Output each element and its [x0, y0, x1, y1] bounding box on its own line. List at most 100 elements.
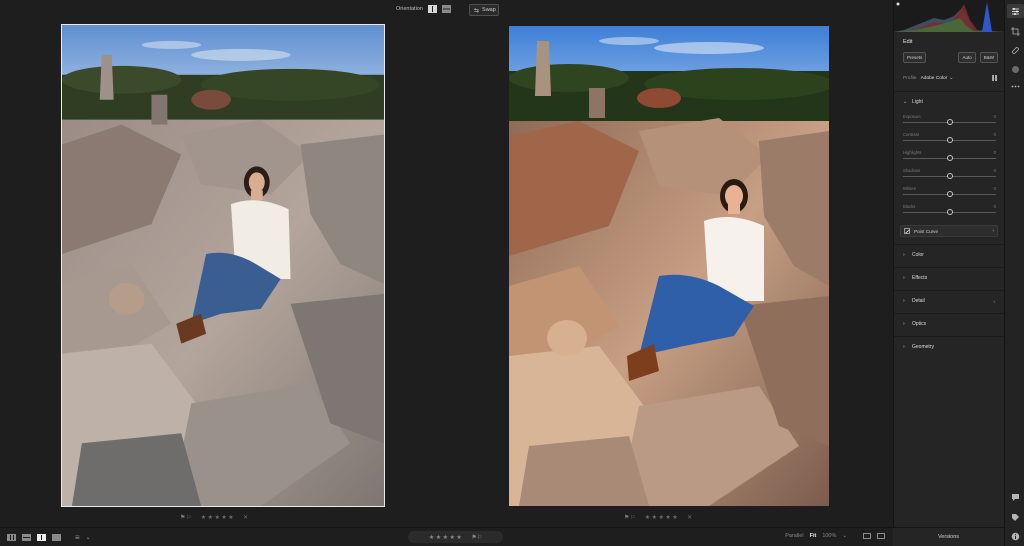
swap-label: Swap: [482, 7, 496, 13]
before-photo[interactable]: [61, 24, 385, 507]
chevron-right-icon: ›: [992, 228, 994, 234]
presets-button[interactable]: Presets: [903, 52, 927, 63]
orientation-label: Orientation: [396, 6, 423, 12]
rating-pill: ★★★★★ ⚑⚐: [408, 531, 503, 543]
slider-highlights[interactable]: Highlights 0: [903, 150, 996, 162]
square-grid-view-icon[interactable]: [22, 534, 31, 541]
swap-button[interactable]: ⇆ Swap: [469, 4, 499, 16]
top-bottom-icon[interactable]: [441, 5, 451, 13]
profile-chevron-icon[interactable]: ⌄: [949, 75, 953, 81]
section-header[interactable]: › Effects: [894, 268, 1005, 288]
bw-button[interactable]: B&W: [979, 52, 998, 63]
slider-value[interactable]: 0: [994, 168, 996, 173]
slider-value[interactable]: 0: [994, 204, 996, 209]
side-by-side-icon[interactable]: [427, 5, 437, 13]
curve-icon: [904, 228, 910, 234]
slider-thumb[interactable]: [946, 209, 953, 215]
sort-icon[interactable]: ≡: [75, 533, 80, 542]
slider-thumb[interactable]: [946, 119, 953, 125]
slider-value[interactable]: 0: [994, 132, 996, 137]
profile-select[interactable]: Adobe Color: [921, 76, 948, 81]
slider-value[interactable]: 0: [994, 114, 996, 119]
slider-value[interactable]: 0: [994, 186, 996, 191]
histogram-graph: [894, 2, 1005, 32]
sort-chevron-icon[interactable]: ⌄: [86, 534, 91, 541]
section-header[interactable]: › Color: [894, 245, 1005, 265]
tool-strip: [1004, 0, 1024, 546]
section-indicator-icon: ◐: [993, 298, 996, 304]
slider-contrast[interactable]: Contrast 0: [903, 132, 996, 144]
point-curve-label: Point Curve: [914, 228, 939, 234]
top-toolbar: Orientation ⇆ Swap: [0, 0, 893, 22]
fit-button[interactable]: Fit: [810, 533, 817, 539]
tag-icon[interactable]: [1011, 513, 1020, 522]
rating-stars[interactable]: ★★★★★: [429, 534, 463, 541]
before-photo-image: [62, 25, 384, 506]
profile-browser-icon[interactable]: [992, 75, 998, 81]
section-geometry[interactable]: › Geometry: [894, 336, 1005, 357]
photo-grid-view-icon[interactable]: [7, 534, 16, 541]
section-label: Geometry: [912, 344, 934, 350]
section-effects[interactable]: › Effects: [894, 267, 1005, 288]
section-optics[interactable]: › Optics: [894, 313, 1005, 334]
section-label: Optics: [912, 321, 927, 327]
versions-label: Versions: [937, 534, 960, 540]
slider-label: Whites: [903, 186, 916, 191]
caret-right-icon: ›: [903, 344, 905, 350]
section-light-header[interactable]: ⌄ Light: [894, 92, 1005, 112]
comment-icon[interactable]: [1011, 493, 1020, 502]
section-label: Color: [912, 252, 924, 258]
compare-view-icon[interactable]: [37, 534, 46, 541]
slider-blacks[interactable]: Blacks 0: [903, 204, 996, 216]
profile-label: Profile: [903, 75, 917, 81]
section-label: Detail: [912, 298, 925, 304]
slider-whites[interactable]: Whites 0: [903, 186, 996, 198]
crop-icon[interactable]: [1011, 27, 1020, 36]
slider-thumb[interactable]: [946, 137, 953, 143]
section-detail[interactable]: › Detail ◐: [894, 290, 1005, 311]
before-flags[interactable]: ⚑⚐: [180, 514, 193, 521]
section-header[interactable]: › Optics: [894, 314, 1005, 334]
slider-label: Blacks: [903, 204, 916, 209]
parallel-label[interactable]: Parallel: [785, 533, 803, 539]
slider-thumb[interactable]: [946, 173, 953, 179]
panel-toggle-icon[interactable]: [877, 533, 885, 539]
info-icon[interactable]: [1011, 532, 1020, 541]
zoom-level[interactable]: 100%: [822, 533, 836, 539]
section-light[interactable]: ⌄ Light: [894, 91, 1005, 112]
after-photo[interactable]: [509, 26, 829, 506]
slider-value[interactable]: 0: [994, 150, 996, 155]
caret-down-icon: ⌄: [903, 99, 908, 105]
healing-icon[interactable]: [1011, 46, 1020, 55]
section-color[interactable]: › Color: [894, 244, 1005, 265]
slider-exposure[interactable]: Exposure 0: [903, 114, 996, 126]
swap-icon: ⇆: [474, 7, 480, 14]
slider-thumb[interactable]: [946, 191, 953, 197]
after-reject-icon[interactable]: ✕: [687, 514, 692, 521]
before-photo-meta: ⚑⚐ ★★★★★ ✕: [180, 514, 248, 521]
after-flags[interactable]: ⚑⚐: [624, 514, 637, 521]
more-icon[interactable]: [1011, 82, 1020, 91]
zoom-chevron-icon[interactable]: ⌄: [842, 533, 847, 539]
orientation-control: Orientation: [396, 5, 451, 13]
point-curve-button[interactable]: Point Curve ›: [900, 225, 998, 237]
section-light-label: Light: [912, 99, 923, 105]
auto-button[interactable]: Auto: [958, 52, 976, 63]
section-header[interactable]: › Detail ◐: [894, 291, 1005, 311]
detail-view-icon[interactable]: [52, 534, 61, 541]
slider-shadows[interactable]: Shadows 0: [903, 168, 996, 180]
sliders-icon[interactable]: [1007, 4, 1024, 18]
bottom-toolbar: ≡ ⌄ ★★★★★ ⚑⚐ Parallel Fit 100% ⌄: [0, 527, 893, 546]
section-label: Effects: [912, 275, 928, 281]
after-stars[interactable]: ★★★★★: [645, 514, 679, 521]
section-header[interactable]: › Geometry: [894, 337, 1005, 357]
histogram: [894, 0, 1005, 32]
mask-icon[interactable]: [1011, 65, 1020, 74]
filmstrip-icon[interactable]: [863, 533, 871, 539]
slider-thumb[interactable]: [946, 155, 953, 161]
before-reject-icon[interactable]: ✕: [243, 514, 248, 521]
rating-flags[interactable]: ⚑⚐: [471, 534, 482, 541]
versions-button[interactable]: Versions: [893, 527, 1004, 546]
before-stars[interactable]: ★★★★★: [201, 514, 235, 521]
zoom-controls: Parallel Fit 100% ⌄: [785, 533, 885, 539]
